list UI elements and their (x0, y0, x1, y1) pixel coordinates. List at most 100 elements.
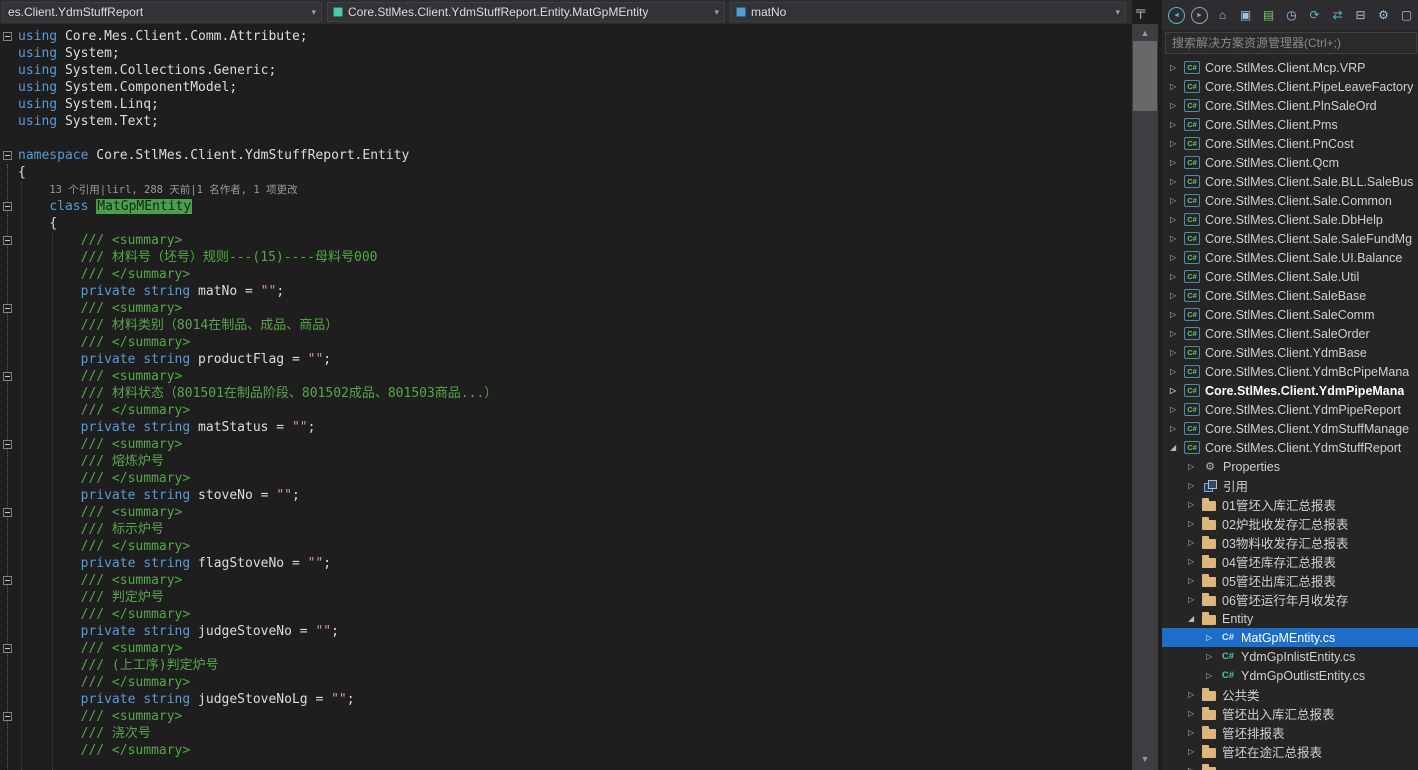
chevron-collapsed-icon[interactable]: ▷ (1206, 652, 1220, 661)
code-editor[interactable]: using Core.Mes.Client.Comm.Attribute;usi… (0, 24, 1132, 770)
outline-collapse-icon[interactable] (3, 576, 12, 585)
scroll-up-icon[interactable]: ▲ (1132, 28, 1158, 38)
outline-collapse-icon[interactable] (3, 440, 12, 449)
preview-selected-items-icon[interactable]: ▢ (1398, 7, 1415, 24)
tree-item-Core.StlMes.Client.Qcm[interactable]: ▷C#Core.StlMes.Client.Qcm (1162, 153, 1418, 172)
chevron-collapsed-icon[interactable]: ▷ (1170, 120, 1184, 129)
code-line[interactable]: /// 浇次号 (18, 725, 497, 742)
tree-item-05管坯出库汇总报表[interactable]: ▷05管坯出库汇总报表 (1162, 571, 1418, 590)
code-line[interactable]: /// </summary> (18, 470, 497, 487)
tree-item-管坯在途汇总报表[interactable]: ▷管坯在途汇总报表 (1162, 742, 1418, 761)
tree-item-Core.StlMes.Client.YdmBase[interactable]: ▷C#Core.StlMes.Client.YdmBase (1162, 343, 1418, 362)
chevron-collapsed-icon[interactable]: ▷ (1188, 576, 1202, 585)
chevron-collapsed-icon[interactable]: ▷ (1170, 234, 1184, 243)
chevron-collapsed-icon[interactable]: ▷ (1170, 139, 1184, 148)
tree-item-YdmGpInlistEntity.cs[interactable]: ▷C#YdmGpInlistEntity.cs (1162, 647, 1418, 666)
chevron-collapsed-icon[interactable]: ▷ (1188, 481, 1202, 490)
chevron-collapsed-icon[interactable]: ▷ (1170, 253, 1184, 262)
code-line[interactable]: private string matNo = ""; (18, 283, 497, 300)
tree-item-Core.StlMes.Client.Sale.Util[interactable]: ▷C#Core.StlMes.Client.Sale.Util (1162, 267, 1418, 286)
chevron-collapsed-icon[interactable]: ▷ (1170, 82, 1184, 91)
code-line[interactable]: /// <summary> (18, 504, 497, 521)
chevron-collapsed-icon[interactable]: ▷ (1188, 709, 1202, 718)
tree-item-Core.StlMes.Client.PlnSaleOrd[interactable]: ▷C#Core.StlMes.Client.PlnSaleOrd (1162, 96, 1418, 115)
code-line[interactable]: /// </summary> (18, 266, 497, 283)
tree-item-Core.StlMes.Client.YdmPipeReport[interactable]: ▷C#Core.StlMes.Client.YdmPipeReport (1162, 400, 1418, 419)
chevron-collapsed-icon[interactable]: ▷ (1170, 196, 1184, 205)
code-line[interactable] (18, 130, 497, 147)
code-line[interactable]: using System.Linq; (18, 96, 497, 113)
outline-collapse-icon[interactable] (3, 644, 12, 653)
tree-item-公共类[interactable]: ▷公共类 (1162, 685, 1418, 704)
outline-collapse-icon[interactable] (3, 151, 12, 160)
code-line[interactable]: private string flagStoveNo = ""; (18, 555, 497, 572)
switch-views-icon[interactable]: ▣ (1237, 7, 1254, 24)
tree-item-MatGpMEntity.cs[interactable]: ▷C#MatGpMEntity.cs (1162, 628, 1418, 647)
chevron-collapsed-icon[interactable]: ▷ (1170, 101, 1184, 110)
type-dropdown[interactable]: Core.StlMes.Client.YdmStuffReport.Entity… (327, 2, 725, 22)
tree-item-Core.StlMes.Client.Pms[interactable]: ▷C#Core.StlMes.Client.Pms (1162, 115, 1418, 134)
tree-item-Core.StlMes.Client.PnCost[interactable]: ▷C#Core.StlMes.Client.PnCost (1162, 134, 1418, 153)
tree-item-Core.StlMes.Client.Sale.SaleFundMg[interactable]: ▷C#Core.StlMes.Client.Sale.SaleFundMg (1162, 229, 1418, 248)
code-line[interactable]: /// <summary> (18, 368, 497, 385)
tree-item-管坯出入库汇总报表[interactable]: ▷管坯出入库汇总报表 (1162, 704, 1418, 723)
tree-item-Core.StlMes.Client.SaleBase[interactable]: ▷C#Core.StlMes.Client.SaleBase (1162, 286, 1418, 305)
tree-item-04管坯库存汇总报表[interactable]: ▷04管坯库存汇总报表 (1162, 552, 1418, 571)
tree-item-Core.StlMes.Client.Sale.BLL.SaleBus[interactable]: ▷C#Core.StlMes.Client.Sale.BLL.SaleBus (1162, 172, 1418, 191)
scroll-down-icon[interactable]: ▼ (1132, 754, 1158, 764)
code-line[interactable]: /// 材料号（坯号）规则---(15)----母料号000 (18, 249, 497, 266)
tree-item-Core.StlMes.Client.YdmStuffReport[interactable]: ◢C#Core.StlMes.Client.YdmStuffReport (1162, 438, 1418, 457)
code-line[interactable]: /// <summary> (18, 708, 497, 725)
tree-item-Core.StlMes.Client.SaleComm[interactable]: ▷C#Core.StlMes.Client.SaleComm (1162, 305, 1418, 324)
home-icon[interactable]: ⌂ (1214, 7, 1231, 24)
code-line[interactable]: private string judgeStoveNo = ""; (18, 623, 497, 640)
code-line[interactable]: private string matStatus = ""; (18, 419, 497, 436)
code-line[interactable]: /// (上工序)判定炉号 (18, 657, 497, 674)
code-line[interactable]: { (18, 164, 497, 181)
tree-item-02炉批收发存汇总报表[interactable]: ▷02炉批收发存汇总报表 (1162, 514, 1418, 533)
code-line[interactable]: using System; (18, 45, 497, 62)
tree-item-Core.StlMes.Client.Sale.DbHelp[interactable]: ▷C#Core.StlMes.Client.Sale.DbHelp (1162, 210, 1418, 229)
chevron-collapsed-icon[interactable]: ▷ (1188, 462, 1202, 471)
tree-item-管坯排报表[interactable]: ▷管坯排报表 (1162, 723, 1418, 742)
chevron-collapsed-icon[interactable]: ▷ (1170, 63, 1184, 72)
chevron-collapsed-icon[interactable]: ▷ (1170, 215, 1184, 224)
code-line[interactable]: /// 熔炼炉号 (18, 453, 497, 470)
chevron-collapsed-icon[interactable]: ▷ (1170, 158, 1184, 167)
code-line[interactable]: /// </summary> (18, 742, 497, 759)
outline-collapse-icon[interactable] (3, 712, 12, 721)
split-window-icon[interactable]: ╤ (1136, 3, 1145, 18)
tree-item-Core.StlMes.Client.YdmPipeMana[interactable]: ▷C#Core.StlMes.Client.YdmPipeMana (1162, 381, 1418, 400)
tree-item-Core.StlMes.Client.Sale.Common[interactable]: ▷C#Core.StlMes.Client.Sale.Common (1162, 191, 1418, 210)
chevron-collapsed-icon[interactable]: ▷ (1188, 595, 1202, 604)
code-line[interactable]: /// <summary> (18, 640, 497, 657)
code-line[interactable]: /// 标示炉号 (18, 521, 497, 538)
chevron-collapsed-icon[interactable]: ▷ (1170, 272, 1184, 281)
code-line[interactable]: /// </summary> (18, 538, 497, 555)
outline-collapse-icon[interactable] (3, 32, 12, 41)
code-line[interactable]: /// </summary> (18, 334, 497, 351)
code-line[interactable]: /// 材料状态（801501在制品阶段、801502成品、801503商品..… (18, 385, 497, 402)
code-line[interactable]: /// </summary> (18, 402, 497, 419)
tree-item-Core.StlMes.Client.SaleOrder[interactable]: ▷C#Core.StlMes.Client.SaleOrder (1162, 324, 1418, 343)
outline-collapse-icon[interactable] (3, 508, 12, 517)
codelens-info[interactable]: 13 个引用|lirl, 288 天前|1 名作者, 1 项更改 (49, 184, 297, 196)
chevron-collapsed-icon[interactable]: ▷ (1170, 424, 1184, 433)
code-line[interactable]: /// </summary> (18, 606, 497, 623)
chevron-collapsed-icon[interactable]: ▷ (1170, 177, 1184, 186)
chevron-collapsed-icon[interactable]: ▷ (1188, 538, 1202, 547)
code-line[interactable]: using System.ComponentModel; (18, 79, 497, 96)
chevron-collapsed-icon[interactable]: ▷ (1170, 329, 1184, 338)
code-line[interactable]: private string stoveNo = ""; (18, 487, 497, 504)
tree-item-01管坯入库汇总报表[interactable]: ▷01管坯入库汇总报表 (1162, 495, 1418, 514)
chevron-collapsed-icon[interactable]: ▷ (1188, 519, 1202, 528)
outline-collapse-icon[interactable] (3, 304, 12, 313)
sync-with-active-document-icon[interactable]: ⇄ (1329, 7, 1346, 24)
solution-search-input[interactable] (1165, 32, 1417, 54)
tree-item-Properties[interactable]: ▷⚙Properties (1162, 457, 1418, 476)
pending-changes-icon[interactable]: ◷ (1283, 7, 1300, 24)
code-line[interactable]: /// <summary> (18, 572, 497, 589)
back-icon[interactable]: ◄ (1168, 7, 1185, 24)
tree-item-Core.StlMes.Client.PipeLeaveFactory[interactable]: ▷C#Core.StlMes.Client.PipeLeaveFactory (1162, 77, 1418, 96)
editor-vertical-scrollbar[interactable]: ▲ ▼ (1132, 24, 1158, 770)
